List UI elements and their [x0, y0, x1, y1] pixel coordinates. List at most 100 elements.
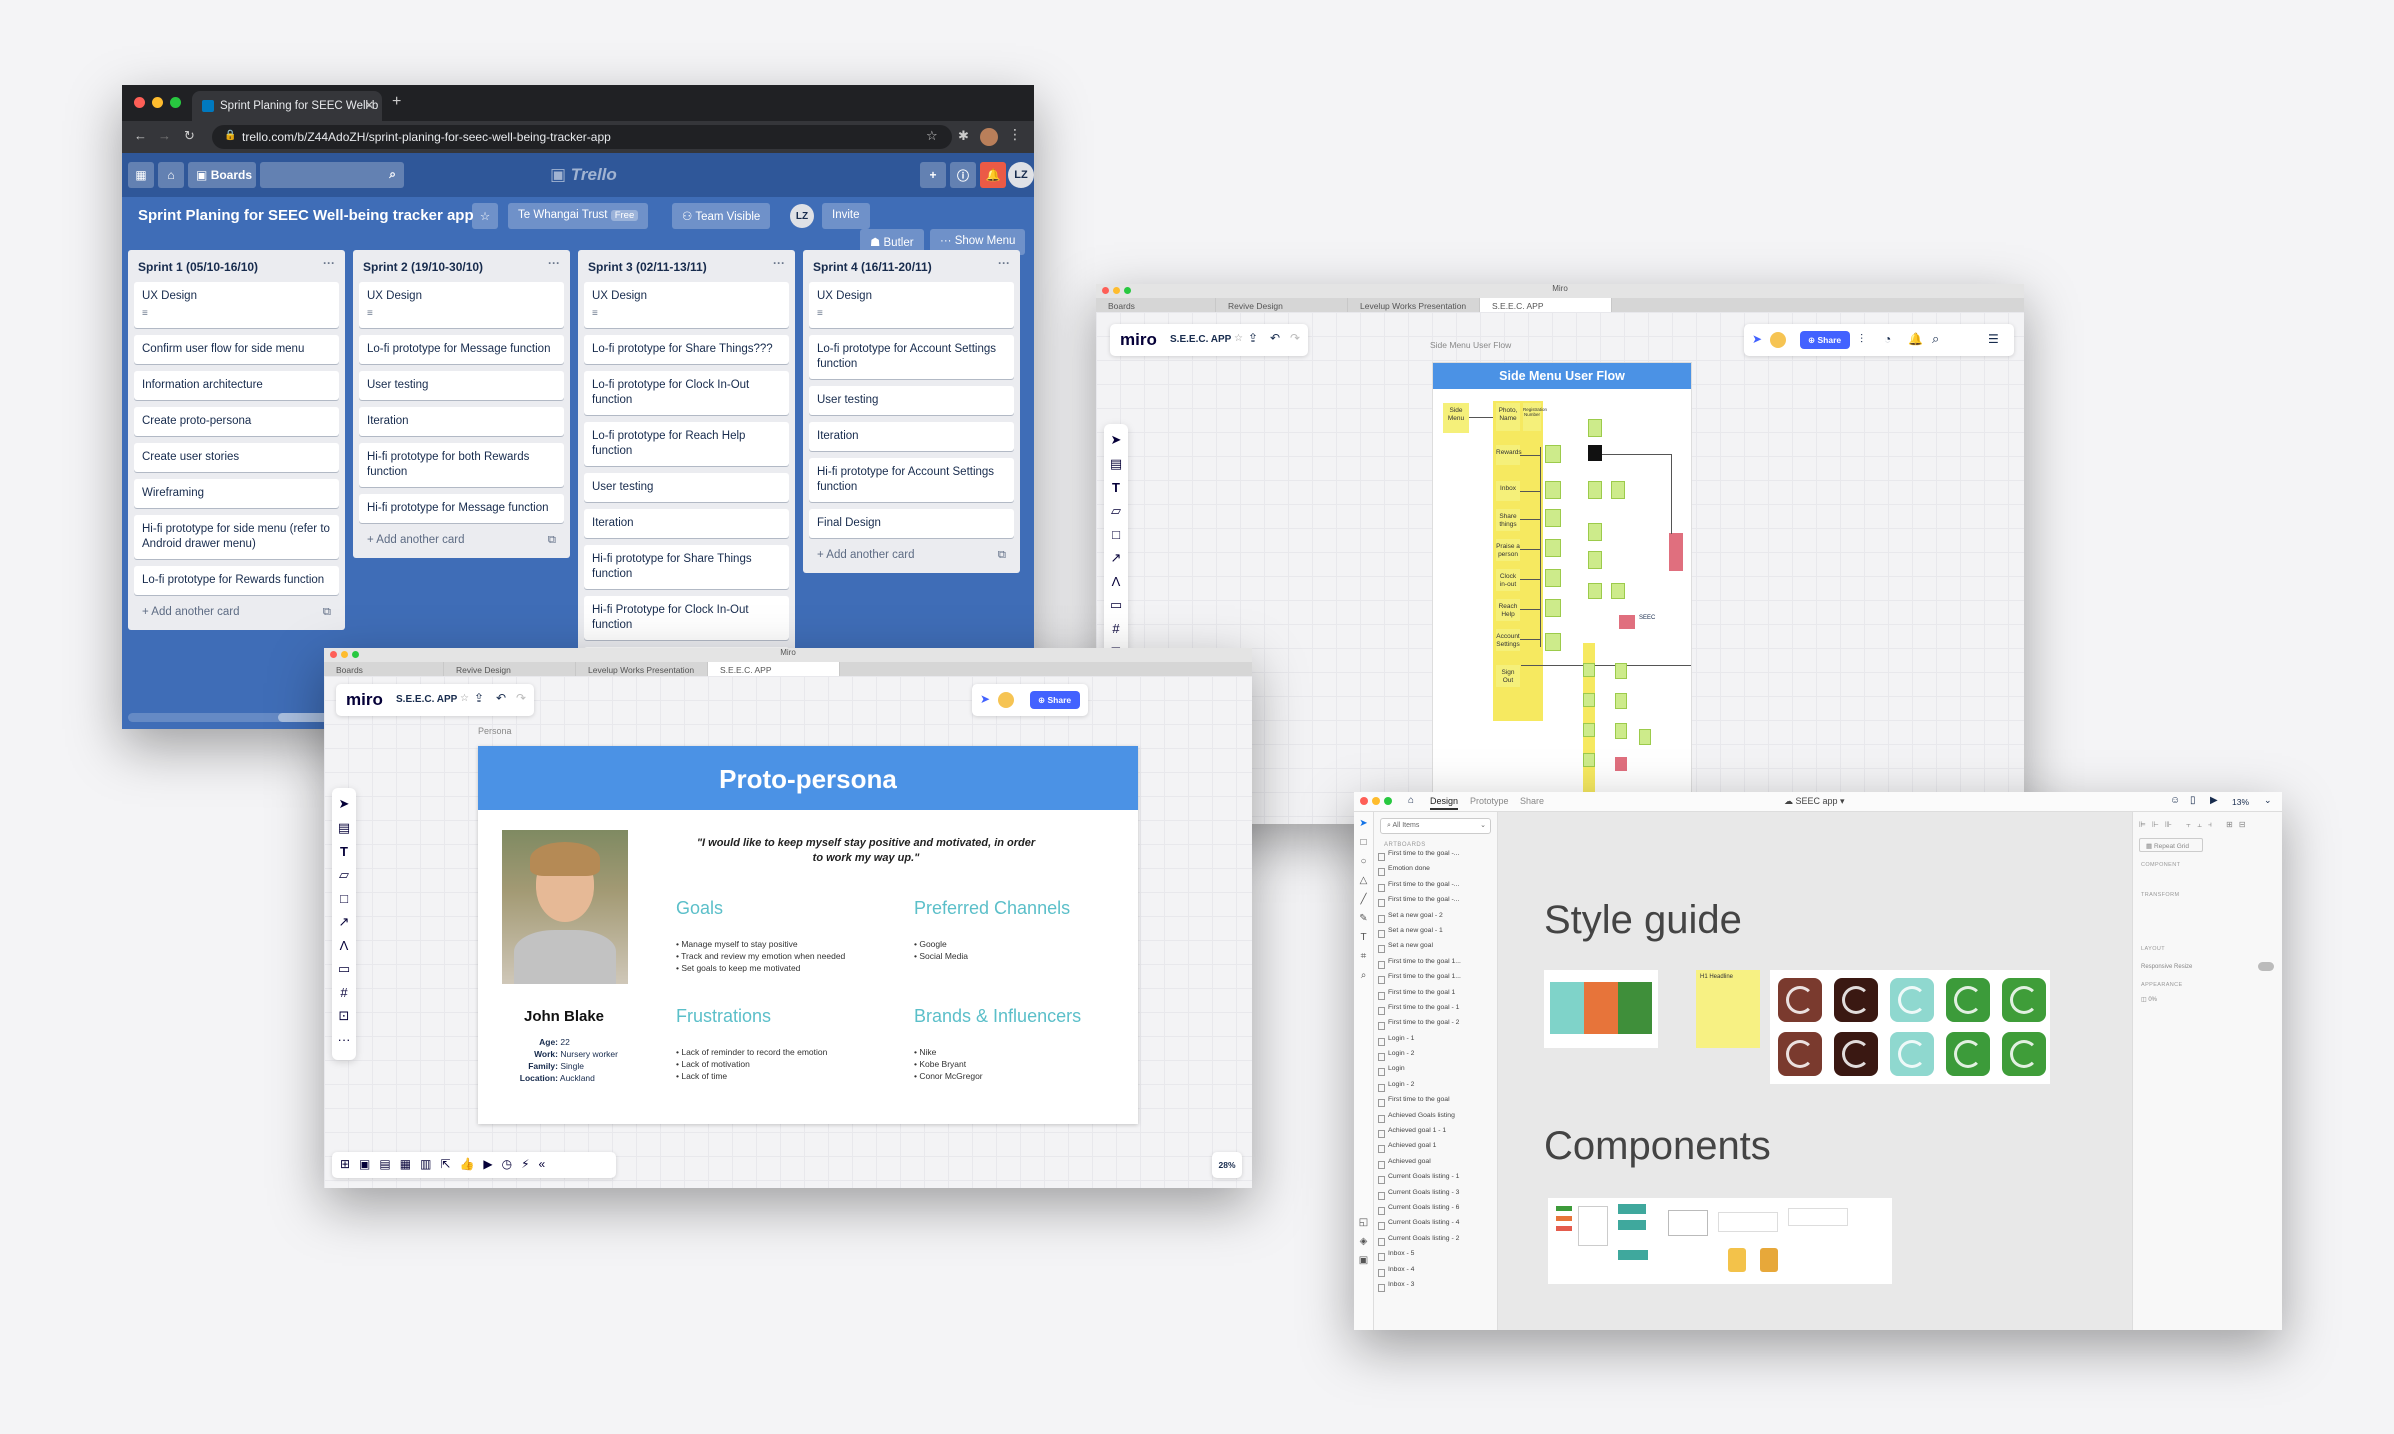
sticky-sign-out[interactable]: Sign Out	[1496, 665, 1520, 687]
list-menu-icon[interactable]: ···	[773, 256, 785, 270]
list-menu-icon[interactable]: ···	[323, 256, 335, 270]
sticky-clock[interactable]: Clock in-out	[1496, 569, 1520, 591]
artboard-layer[interactable]: Current Goals listing - 2	[1374, 1235, 1497, 1250]
card[interactable]: UX Design ≡	[809, 282, 1014, 328]
screen-node[interactable]	[1615, 723, 1627, 739]
tab-seec-app[interactable]: S.E.E.C. APP	[1480, 298, 1612, 312]
text-tool-icon[interactable]: T	[1104, 480, 1128, 495]
shape-tool-icon[interactable]: □	[332, 891, 356, 906]
comment-icon[interactable]: ▭	[1104, 597, 1128, 613]
invite-button[interactable]: Invite	[822, 203, 870, 229]
tab-share[interactable]: Share	[1520, 796, 1544, 806]
line-icon[interactable]: ╱	[1354, 894, 1373, 905]
sticky-photo-name[interactable]: Photo, Name	[1496, 403, 1520, 431]
card[interactable]: Wireframing	[134, 479, 339, 508]
tab-seec-app[interactable]: S.E.E.C. APP	[708, 662, 840, 676]
cursor-tracking-icon[interactable]: ➤	[1752, 332, 1762, 346]
back-icon[interactable]: ←	[134, 128, 147, 143]
artboard-layer[interactable]: Emotion done	[1374, 865, 1497, 880]
board-menu-icon[interactable]: ☰	[1988, 332, 1999, 346]
zoom-level[interactable]: 28%	[1212, 1152, 1242, 1178]
card[interactable]: Create user stories	[134, 443, 339, 472]
workspace-button[interactable]: Te Whangai Trust Free	[508, 203, 649, 229]
artboard-layer[interactable]: Inbox - 5	[1374, 1250, 1497, 1265]
screen-node[interactable]	[1615, 663, 1627, 679]
xd-canvas[interactable]: Style guide H1 Headline Components	[1498, 812, 2132, 1330]
sticky-praise[interactable]: Praise a person	[1496, 539, 1520, 561]
tab-revive-design[interactable]: Revive Design	[1216, 298, 1348, 312]
screen-node[interactable]	[1545, 539, 1561, 557]
browser-menu-icon[interactable]: ⋮	[1008, 126, 1022, 143]
chevron-down-icon[interactable]: ⌄	[2264, 795, 2272, 806]
user-flow-frame[interactable]: Side Menu User Flow Side Menu Photo, Nam…	[1432, 362, 1692, 796]
opacity-row[interactable]: ◫ 0%	[2141, 996, 2274, 1003]
screen-node[interactable]	[1583, 753, 1595, 767]
artboard-layer[interactable]: Current Goals listing - 6	[1374, 1204, 1497, 1219]
artboard-layer[interactable]: Achieved goal 1 - 1	[1374, 1127, 1497, 1142]
artboard-layer[interactable]: Achieved goal 1	[1374, 1142, 1497, 1157]
card[interactable]: Confirm user flow for side menu	[134, 335, 339, 364]
export-icon[interactable]: ⇪	[1248, 331, 1258, 345]
redo-icon[interactable]: ↷	[1290, 331, 1300, 345]
reload-icon[interactable]: ↻	[184, 128, 195, 144]
sticky-side-menu[interactable]: Side Menu	[1443, 403, 1469, 433]
select-cursor-icon[interactable]: ➤	[1104, 432, 1128, 448]
select-cursor-icon[interactable]: ➤	[332, 796, 356, 812]
tab-levelup[interactable]: Levelup Works Presentation	[576, 662, 708, 676]
add-card-button[interactable]: + Add another card ⧉	[809, 545, 1014, 565]
board-member-avatar[interactable]: LZ	[790, 204, 814, 228]
artboard-layer[interactable]: First time to the goal -...	[1374, 881, 1497, 896]
undo-icon[interactable]: ↶	[496, 691, 506, 705]
repeat-grid-button[interactable]: ▦ Repeat Grid	[2139, 838, 2203, 852]
artboard-layer[interactable]: Login - 2	[1374, 1050, 1497, 1065]
tab-revive-design[interactable]: Revive Design	[444, 662, 576, 676]
card[interactable]: Hi-fi Prototype for Clock In-Out functio…	[584, 596, 789, 640]
card[interactable]: User testing	[359, 371, 564, 400]
visibility-button[interactable]: ⚇ Team Visible	[672, 203, 771, 229]
sticky-reach-help[interactable]: Reach Help	[1496, 599, 1520, 621]
ellipse-icon[interactable]: ○	[1354, 856, 1373, 867]
add-card-button[interactable]: + Add another card ⧉	[359, 530, 564, 550]
star-board-icon[interactable]: ☆	[472, 203, 498, 229]
artboard-layer[interactable]: First time to the goal -...	[1374, 850, 1497, 865]
share-button[interactable]: ⊕ Share	[1800, 331, 1850, 349]
artboard-layer[interactable]: Achieved Goals listing	[1374, 1112, 1497, 1127]
notification-bell-icon[interactable]: 🔔	[980, 162, 1006, 188]
template-icon[interactable]: ▤	[1104, 456, 1128, 472]
artboard-layer[interactable]: Set a new goal - 2	[1374, 912, 1497, 927]
tab-design[interactable]: Design	[1430, 796, 1459, 810]
home-icon[interactable]: ⌂	[1408, 795, 1414, 806]
screen-node[interactable]	[1588, 419, 1602, 437]
profile-avatar[interactable]	[980, 128, 998, 146]
tab-prototype[interactable]: Prototype	[1470, 796, 1509, 806]
home-icon[interactable]: ⌂	[158, 162, 184, 188]
screen-node[interactable]	[1545, 569, 1561, 587]
card[interactable]: Lo-fi prototype for Message function	[359, 335, 564, 364]
list-title[interactable]: Sprint 4 (16/11-20/11) ···	[809, 256, 1014, 282]
screen-node[interactable]	[1545, 481, 1561, 499]
sticky-registration[interactable]: Registration Number	[1523, 403, 1547, 431]
info-icon[interactable]: ⓘ	[950, 162, 976, 188]
icon-set-artboard[interactable]	[1770, 970, 2050, 1084]
close-tab-icon[interactable]: ✕	[364, 98, 374, 112]
card-template-icon[interactable]: ⧉	[998, 549, 1006, 562]
comment-icon[interactable]: ▭	[332, 961, 356, 977]
frame-tool-icon[interactable]: #	[332, 985, 356, 1000]
card[interactable]: Hi-fi prototype for both Rewards functio…	[359, 443, 564, 487]
artboard-layer[interactable]: First time to the goal - 1	[1374, 1004, 1497, 1019]
sticky-note-icon[interactable]: ▱	[1104, 503, 1128, 519]
rectangle-icon[interactable]: □	[1354, 837, 1373, 848]
card[interactable]: Iteration	[809, 422, 1014, 451]
card[interactable]: Information architecture	[134, 371, 339, 400]
upload-icon[interactable]: ⊡	[332, 1008, 356, 1024]
collaborator-avatar[interactable]	[998, 692, 1014, 708]
screen-node[interactable]	[1545, 509, 1561, 527]
artboard-layer[interactable]: First time to the goal 1	[1374, 989, 1497, 1004]
polygon-icon[interactable]: △	[1354, 875, 1373, 886]
cursor-tracking-icon[interactable]: ➤	[980, 692, 990, 706]
screen-node-red[interactable]	[1669, 533, 1683, 571]
responsive-toggle[interactable]	[2258, 962, 2274, 971]
plugins-icon[interactable]: ▣	[1354, 1255, 1373, 1266]
card[interactable]: Hi-fi prototype for side menu (refer to …	[134, 515, 339, 559]
create-plus-icon[interactable]: +	[920, 162, 946, 188]
